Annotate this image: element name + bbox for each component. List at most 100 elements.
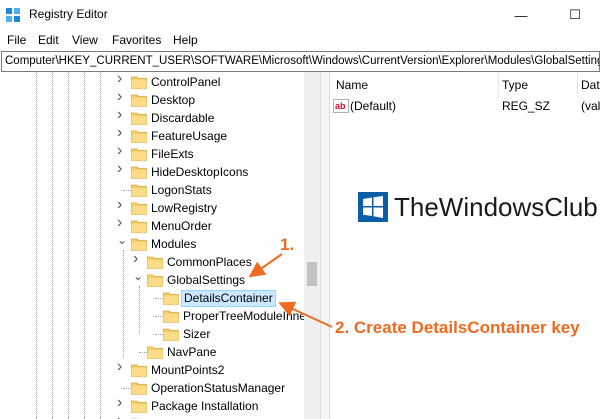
menu-view[interactable]: View [72,33,98,47]
folder-icon [131,94,147,107]
tree-node-label: HideDesktopIcons [151,165,249,179]
tree-guide-line [155,334,163,335]
folder-icon [131,76,147,89]
tree-node-label: ProperTreeModuleInner [183,309,310,323]
tree-node-label: DetailsContainer [181,290,276,307]
address-path: Computer\HKEY_CURRENT_USER\SOFTWARE\Micr… [5,55,600,67]
tree-node[interactable]: › FeatureUsage [0,125,304,146]
window-title: Registry Editor [29,7,108,21]
annotation-step-2: 2. Create DetailsContainer key [335,318,580,337]
chevron-right-icon[interactable]: › [117,107,127,123]
tree-node[interactable]: › FileExts [0,143,304,164]
menu-favorites[interactable]: Favorites [112,33,161,47]
registry-editor-icon [6,8,20,22]
column-header-type[interactable]: Type [498,72,578,98]
tree-node[interactable]: Sizer [0,326,304,344]
tree-node-label: NavPane [167,345,217,359]
folder-icon [131,202,147,215]
tree-node[interactable]: › Discardable [0,107,304,128]
tree-node-label: OperationStatusManager [151,381,286,395]
tree-guide-line [123,190,131,191]
tree-node-label: Desktop [151,93,196,107]
registry-tree[interactable]: › ControlPanel › Desktop › Discardable › Featur… [0,72,320,419]
values-pane[interactable]: Name Type Data ab (Default) REG_SZ (valu… [330,72,600,419]
menu-file[interactable]: File [7,33,26,47]
folder-icon [131,184,147,197]
pane-splitter[interactable] [320,72,330,419]
folder-icon [131,238,147,251]
tree-node[interactable]: ⌄ GlobalSettings [0,269,304,290]
tree-node-label: Sizer [183,327,211,341]
folder-icon [131,112,147,125]
address-bar[interactable]: Computer\HKEY_CURRENT_USER\SOFTWARE\Micr… [1,51,600,72]
chevron-right-icon[interactable]: › [117,143,127,159]
tree-node[interactable]: OperationStatusManager [0,380,304,398]
tree-guide-line [139,352,147,353]
tree-node-label: LogonStats [151,183,212,197]
tree-node-label: FeatureUsage [151,129,228,143]
tree-node-label: GlobalSettings [167,273,246,287]
folder-icon [147,346,163,359]
folder-icon [163,310,179,323]
tree-node[interactable]: › MountPoints2 [0,359,304,380]
tree-guide-line [155,298,163,299]
tree-node[interactable]: NavPane [0,344,304,362]
tree-node[interactable]: DetailsContainer [0,290,304,308]
folder-icon [131,166,147,179]
tree-node-label: Package Installation [151,399,259,413]
chevron-right-icon[interactable]: › [117,395,127,411]
chevron-right-icon[interactable]: › [117,197,127,213]
folder-icon [131,382,147,395]
tree-scrollbar[interactable] [304,72,320,419]
tree-node[interactable]: ProperTreeModuleInner [0,308,310,326]
string-value-icon: ab [333,99,349,113]
tree-node-label: Discardable [151,111,215,125]
folder-icon [131,220,147,233]
tree-node-label: Modules [151,237,197,251]
tree-node[interactable]: › HideDesktopIcons [0,161,304,182]
chevron-down-icon[interactable]: ⌄ [133,269,143,283]
tree-node[interactable]: › MenuOrder [0,215,304,236]
chevron-right-icon[interactable]: › [117,89,127,105]
tree-guide-line [123,388,131,389]
tree-node-label: ControlPanel [151,75,221,89]
minimize-button[interactable]: — [506,4,536,26]
annotation-step-1: 1. [280,235,295,254]
chevron-right-icon[interactable]: › [117,161,127,177]
chevron-right-icon[interactable]: › [117,72,127,87]
value-name: (Default) [350,99,397,113]
tree-node[interactable]: › Desktop [0,89,304,110]
folder-icon [131,148,147,161]
folder-icon [163,328,179,341]
tree-node[interactable]: ⌄ Modules [0,233,304,254]
tree-guide-line [155,316,163,317]
tree-node[interactable]: › ControlPanel [0,72,304,92]
chevron-right-icon[interactable]: › [117,413,127,419]
value-type: REG_SZ [502,99,551,113]
chevron-right-icon[interactable]: › [117,359,127,375]
chevron-right-icon[interactable]: › [117,125,127,141]
tree-node[interactable]: › Package Installation [0,395,304,416]
column-header-data[interactable]: Data [577,72,600,98]
chevron-down-icon[interactable]: ⌄ [117,233,127,247]
column-header-name[interactable]: Name [332,72,500,98]
value-row[interactable]: ab (Default) REG_SZ (value not set) [330,98,600,116]
tree-node[interactable]: LogonStats [0,182,304,200]
menu-edit[interactable]: Edit [38,33,59,47]
tree-node[interactable]: › LowRegistry [0,197,304,218]
title-bar: Registry Editor — ☐ [0,0,600,30]
chevron-right-icon[interactable]: › [133,251,143,267]
watermark-text: TheWindowsClub [394,192,598,222]
chevron-right-icon[interactable]: › [117,215,127,231]
folder-icon [131,364,147,377]
folder-icon [131,400,147,413]
tree-node-label: FileExts [151,147,194,161]
svg-text:ab: ab [335,101,346,111]
watermark: TheWindowsClub [358,190,600,226]
maximize-button[interactable]: ☐ [560,4,590,26]
tree-scrollbar-thumb[interactable] [307,262,317,286]
tree-node-label: CommonPlaces [167,255,252,269]
menu-help[interactable]: Help [173,33,198,47]
tree-node[interactable]: › CommonPlaces [0,251,304,272]
folder-icon [147,256,163,269]
